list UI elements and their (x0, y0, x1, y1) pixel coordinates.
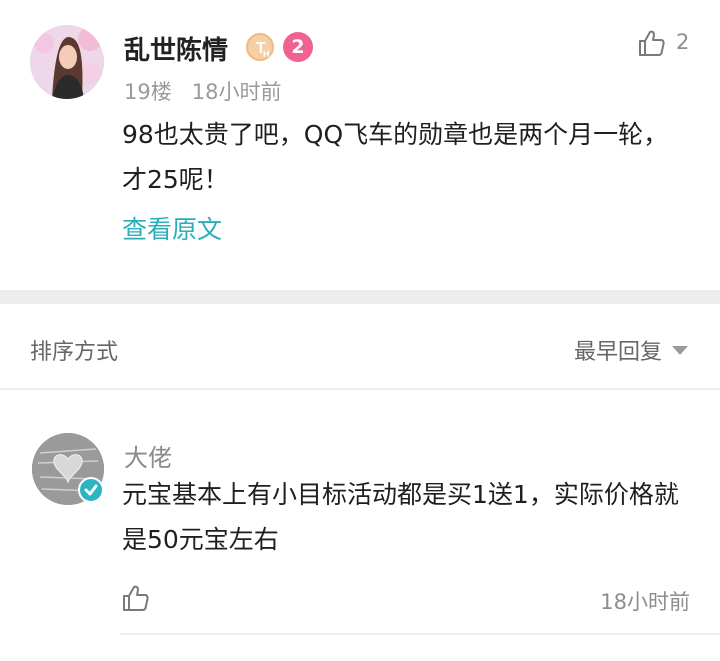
rank-badge: 2 (283, 32, 313, 62)
reply-body: 元宝基本上有小目标活动都是买1送1，实际价格就是50元宝左右 (122, 480, 679, 554)
post-meta: 19楼 18小时前 (124, 76, 281, 106)
reply-time: 18小时前 (600, 590, 690, 614)
thumbs-up-icon[interactable] (120, 583, 150, 613)
sort-dropdown[interactable]: 最早回复 (574, 334, 688, 366)
thumbs-up-icon[interactable] (636, 28, 666, 58)
author-avatar[interactable] (30, 25, 104, 99)
sort-option-label: 最早回复 (573, 340, 662, 365)
section-divider (0, 290, 720, 304)
post-card: 乱世陈情 T H 2 19楼 18小时前 2 98也太贵了吧，QQ飞车的勋章也是两… (0, 0, 720, 290)
level-badge-icon: T H (245, 32, 275, 62)
divider-line (120, 633, 720, 635)
svg-text:H: H (263, 49, 270, 59)
sort-bar: 排序方式 最早回复 (0, 304, 720, 390)
view-original-link[interactable]: 查看原文 (122, 210, 222, 246)
post-time: 18小时前 (191, 80, 282, 104)
caret-down-icon (672, 345, 688, 355)
floor-number: 19楼 (124, 80, 172, 104)
author-name[interactable]: 乱世陈情 (124, 30, 228, 67)
like-count: 2 (676, 30, 690, 54)
reply-item: 大佬 元宝基本上有小目标活动都是买1送1，实际价格就是50元宝左右 18小时前 (0, 390, 720, 661)
reply-author-name[interactable]: 大佬 (124, 438, 172, 473)
sort-label: 排序方式 (30, 340, 119, 365)
post-body: 98也太贵了吧，QQ飞车的勋章也是两个月一轮，才25呢！ (122, 120, 669, 194)
verified-check-icon (78, 477, 104, 503)
